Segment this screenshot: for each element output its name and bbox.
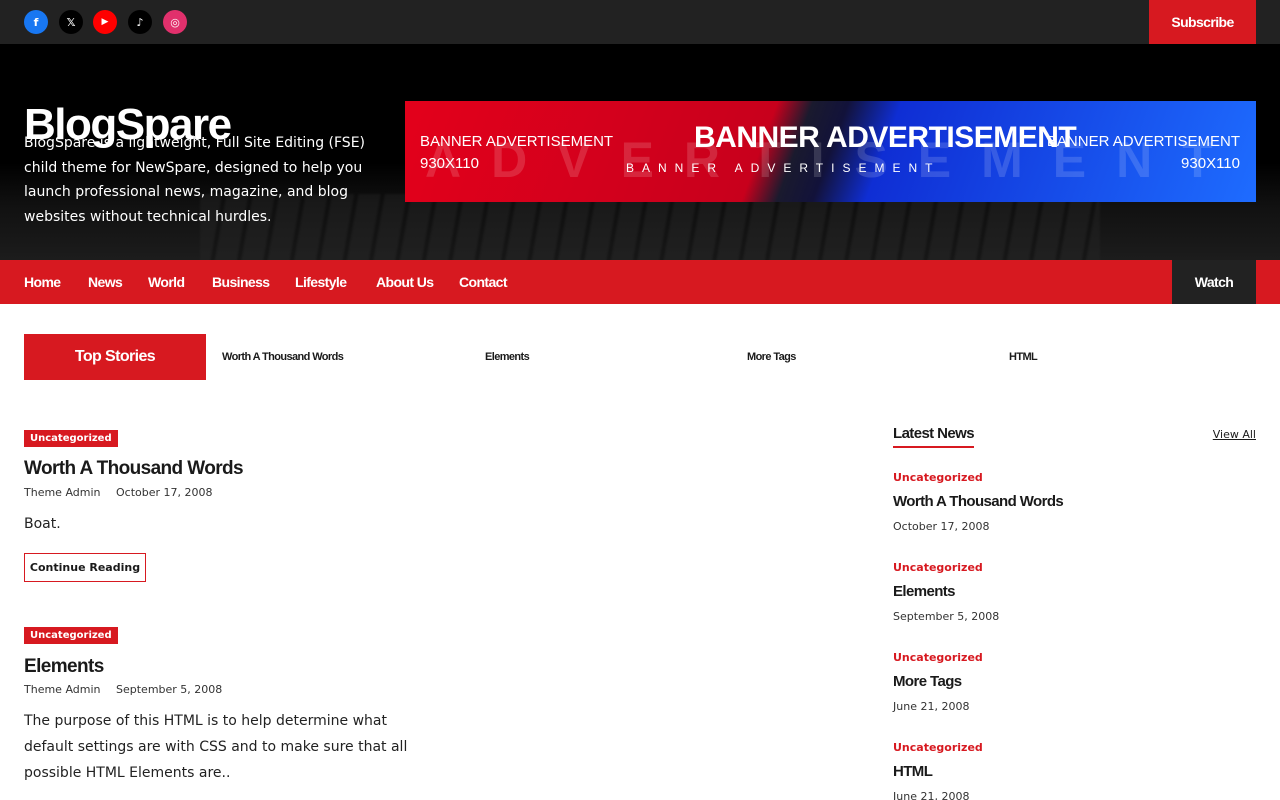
post-excerpt: Boat. (24, 516, 61, 532)
ticker-link[interactable]: HTML (1009, 334, 1038, 380)
sidebar-item-title[interactable]: HTML (893, 763, 933, 780)
watch-button[interactable]: Watch (1172, 260, 1256, 304)
sidebar-item-category[interactable]: Uncategorized (893, 651, 983, 664)
instagram-icon[interactable]: ◎ (163, 10, 187, 34)
banner-center-subtext: BANNER ADVERTISEMENT (626, 161, 941, 175)
sidebar-item-date: October 17, 2008 (893, 520, 990, 533)
sidebar-item-category[interactable]: Uncategorized (893, 471, 983, 484)
nav-item-news[interactable]: News (88, 260, 123, 304)
main-navigation: Home News World Business Lifestyle About… (0, 260, 1280, 304)
view-all-link[interactable]: View All (1213, 428, 1256, 441)
banner-center-text: BANNER ADVERTISEMENT (694, 121, 1077, 154)
site-header: BlogSpare BlogSpare is a lightweight, Fu… (0, 44, 1280, 260)
nav-item-world[interactable]: World (148, 260, 185, 304)
sidebar-item-date: September 5, 2008 (893, 610, 1000, 623)
ticker-link[interactable]: More Tags (747, 334, 796, 380)
sidebar-item-title[interactable]: Worth A Thousand Words (893, 493, 1064, 510)
tiktok-icon[interactable]: ♪ (128, 10, 152, 34)
ticker-link[interactable]: Elements (485, 334, 530, 380)
youtube-icon[interactable]: ▶ (93, 10, 117, 34)
top-stories-label: Top Stories (24, 334, 206, 380)
sidebar-item-category[interactable]: Uncategorized (893, 741, 983, 754)
post-meta: Theme Admin October 17, 2008 (24, 486, 213, 499)
post-category-badge[interactable]: Uncategorized (24, 430, 118, 447)
post-author[interactable]: Theme Admin (24, 683, 101, 696)
post-title[interactable]: Worth A Thousand Words (24, 458, 244, 480)
sidebar-item-title[interactable]: Elements (893, 583, 956, 600)
latest-news-heading: Latest News (893, 425, 975, 448)
sidebar-item-date: June 21, 2008 (893, 700, 970, 713)
subscribe-button[interactable]: Subscribe (1149, 0, 1256, 44)
banner-left-text: BANNER ADVERTISEMENT 930X110 (420, 133, 614, 172)
post-category-badge[interactable]: Uncategorized (24, 627, 118, 644)
post-title[interactable]: Elements (24, 656, 104, 678)
post-excerpt: The purpose of this HTML is to help dete… (24, 713, 408, 781)
facebook-icon[interactable]: f (24, 10, 48, 34)
top-stories-ticker: Top Stories Worth A Thousand Words Eleme… (24, 334, 1256, 380)
x-icon[interactable]: 𝕏 (59, 10, 83, 34)
nav-item-contact[interactable]: Contact (459, 260, 508, 304)
site-description: BlogSpare is a lightweight, Full Site Ed… (24, 135, 365, 225)
continue-reading-button[interactable]: Continue Reading (24, 553, 146, 582)
ticker-link[interactable]: Worth A Thousand Words (222, 334, 344, 380)
sidebar-item-category[interactable]: Uncategorized (893, 561, 983, 574)
post-meta: Theme Admin September 5, 2008 (24, 683, 222, 696)
nav-item-lifestyle[interactable]: Lifestyle (295, 260, 347, 304)
sidebar-item-title[interactable]: More Tags (893, 673, 962, 690)
post-author[interactable]: Theme Admin (24, 486, 101, 499)
post-date[interactable]: October 17, 2008 (116, 486, 213, 499)
banner-advertisement[interactable]: ADVERTISEMENT BANNER ADVERTISEMENT 930X1… (405, 101, 1256, 202)
nav-item-business[interactable]: Business (212, 260, 270, 304)
nav-item-home[interactable]: Home (24, 260, 61, 304)
top-bar: f 𝕏 ▶ ♪ ◎ Subscribe (0, 0, 1280, 44)
post-date[interactable]: September 5, 2008 (116, 683, 222, 696)
sidebar-item-date: June 21, 2008 (893, 790, 970, 800)
nav-item-about-us[interactable]: About Us (376, 260, 434, 304)
banner-right-text: BANNER ADVERTISEMENT 930X110 (1046, 133, 1240, 172)
